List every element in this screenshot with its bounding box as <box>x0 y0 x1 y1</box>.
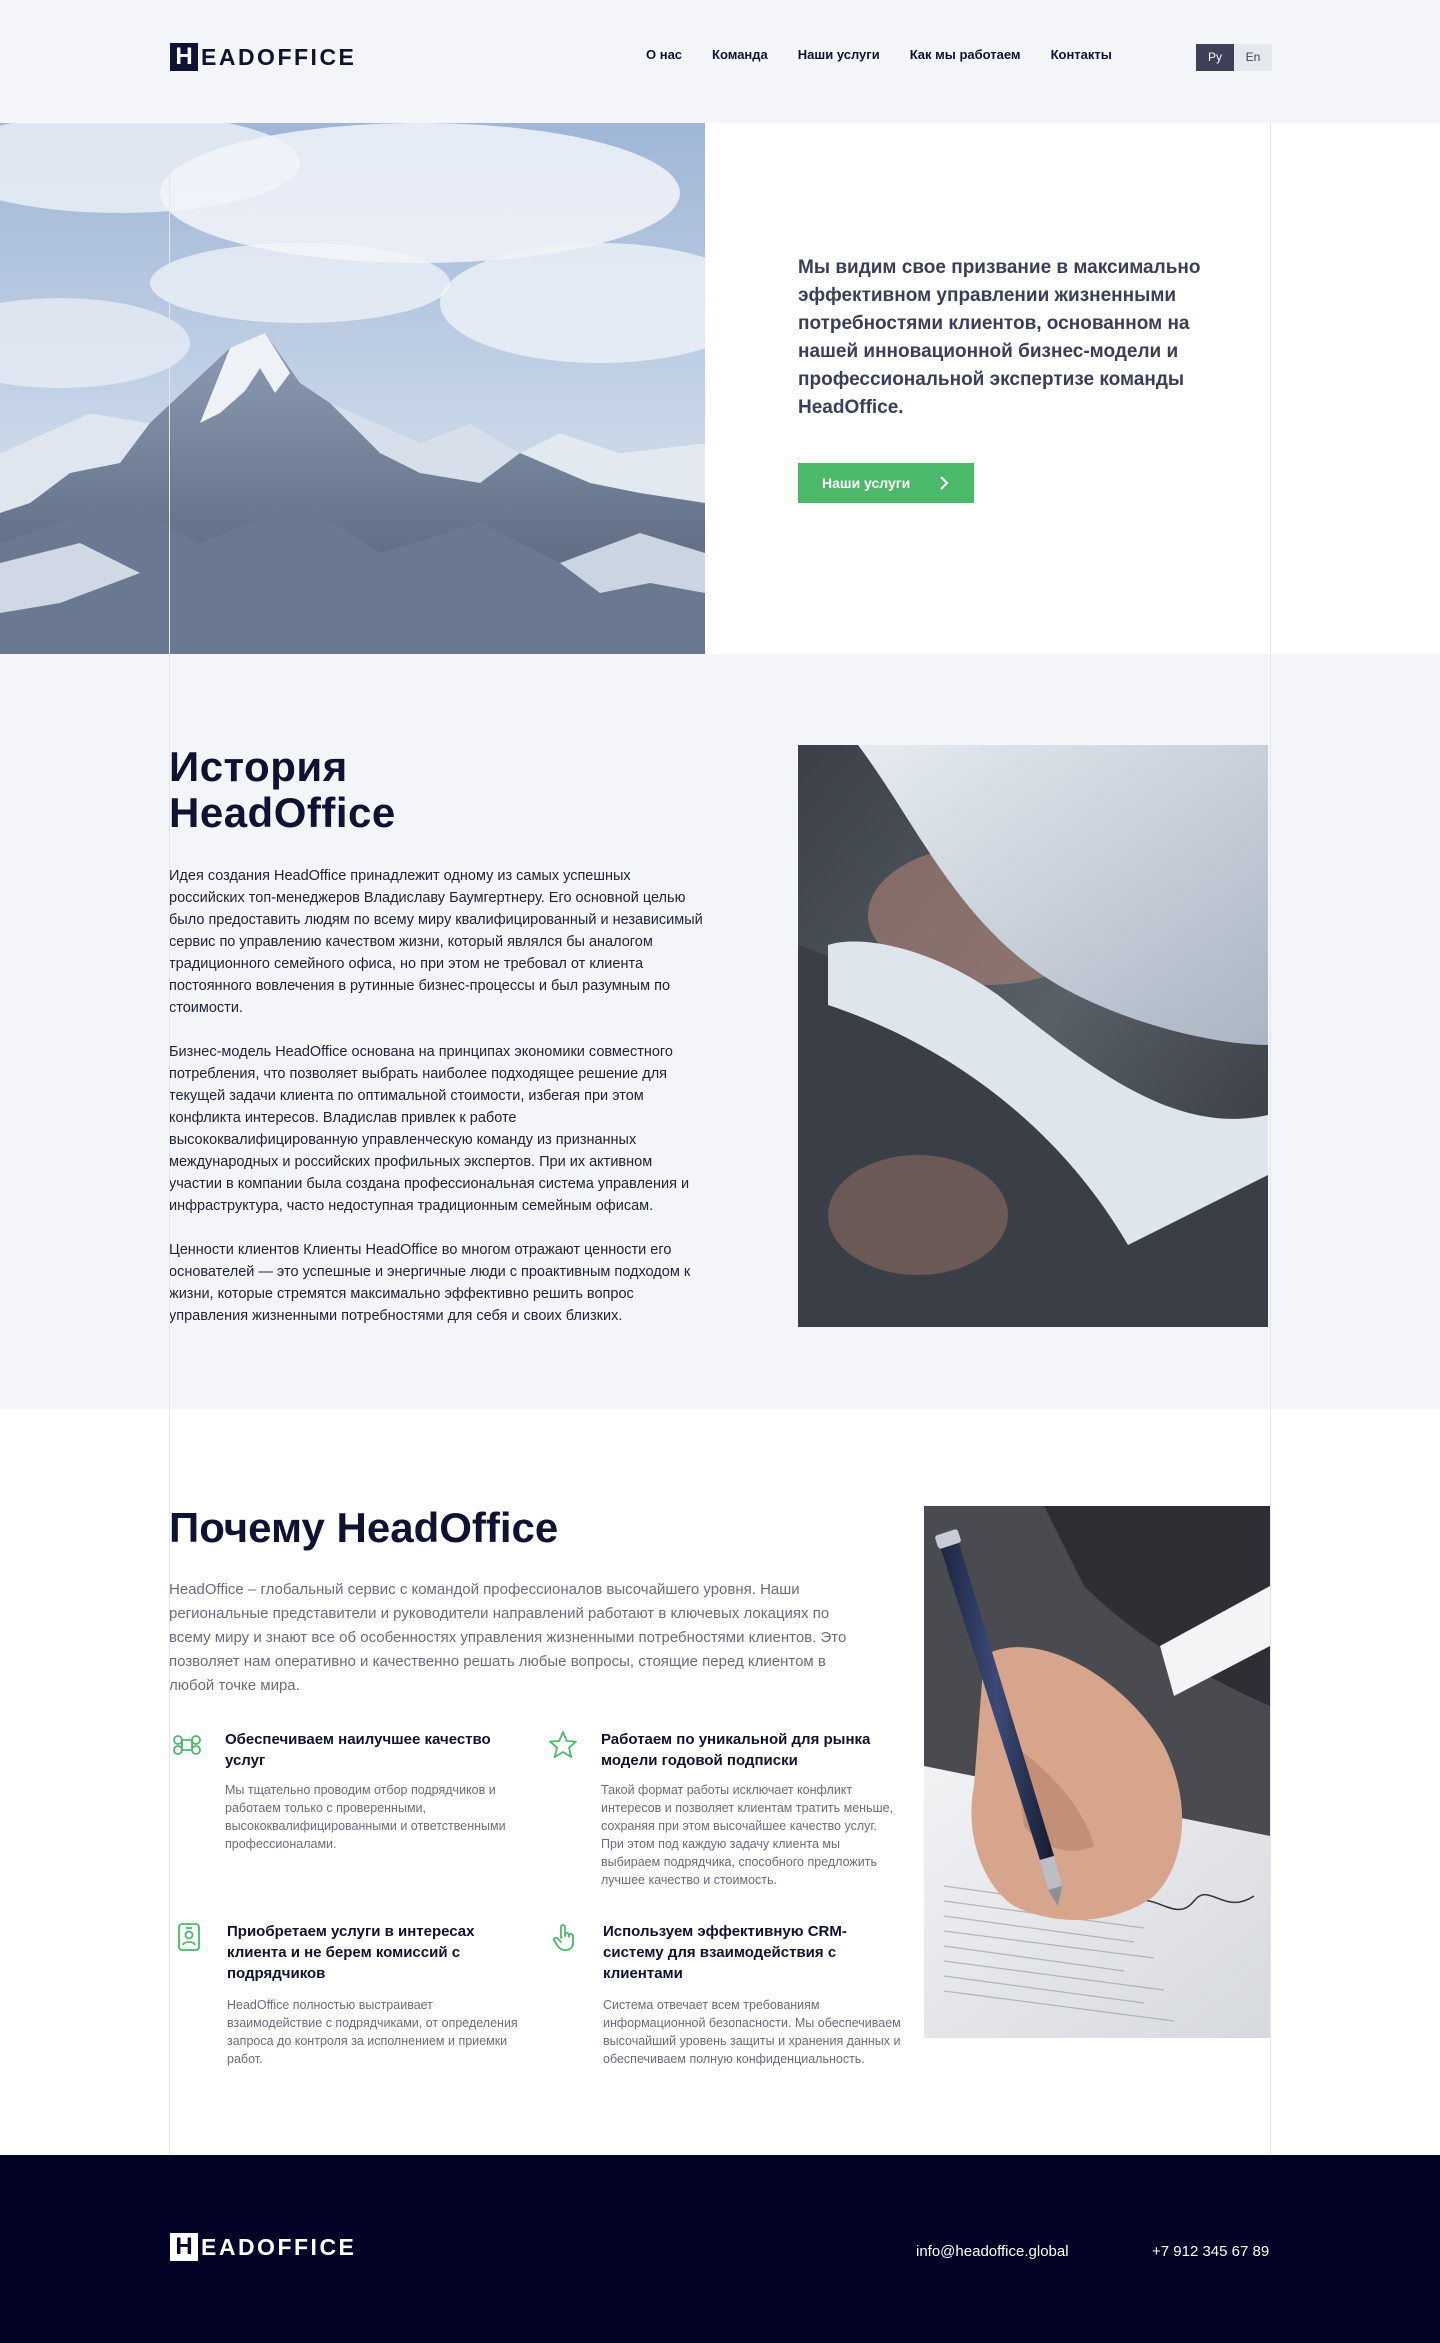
why-intro: HeadOffice – глобальный сервис с командо… <box>169 1581 847 1694</box>
mountain-image <box>0 123 705 654</box>
id-badge-icon <box>178 1923 200 1951</box>
feature-title: Приобретаем услуги в интересах клиента и… <box>227 1923 475 1982</box>
feature-text: Мы тщательно проводим отбор подрядчиков … <box>225 1783 506 1851</box>
footer-logo[interactable]: H EADOFFICE <box>170 2233 356 2261</box>
history-paragraph: Бизнес-модель HeadOffice основана на при… <box>169 1044 690 1214</box>
history-paragraph: Идея создания HeadOffice принадлежит одн… <box>169 868 703 1016</box>
nav-about[interactable]: О нас <box>646 47 682 62</box>
feature-text: Система отвечает всем требованиям информ… <box>603 1998 901 2066</box>
logo-text: EADOFFICE <box>201 43 357 70</box>
language-switcher: Ру En <box>1196 44 1272 71</box>
footer-email-link[interactable]: info@headoffice.global <box>916 2243 1069 2260</box>
history-text: Идея создания HeadOffice принадлежит одн… <box>169 865 709 1349</box>
feature-title: Работаем по уникальной для рынка модели … <box>601 1731 871 1769</box>
main-nav: О нас Команда Наши услуги Как мы работае… <box>646 47 1112 62</box>
chevron-right-icon <box>940 476 949 490</box>
nav-how-we-work[interactable]: Как мы работаем <box>910 47 1021 62</box>
footer-logo-text: EADOFFICE <box>201 2233 357 2260</box>
site-footer: H EADOFFICE info@headoffice.global +7 91… <box>0 2155 1440 2343</box>
logo-mark: H <box>170 43 198 71</box>
nav-contacts[interactable]: Контакты <box>1051 47 1112 62</box>
history-title-line1: История <box>169 743 348 790</box>
history-section: История HeadOffice Идея создания HeadOff… <box>0 654 1440 1409</box>
services-button[interactable]: Наши услуги <box>798 463 974 503</box>
history-title-line2: HeadOffice <box>169 789 396 836</box>
nav-services[interactable]: Наши услуги <box>798 47 880 62</box>
site-header: H EADOFFICE О нас Команда Наши услуги Ка… <box>0 0 1440 123</box>
lang-en[interactable]: En <box>1234 44 1272 71</box>
command-icon <box>173 1735 201 1755</box>
feature-text: HeadOffice полностью выстраивает взаимод… <box>227 1998 518 2066</box>
nav-team[interactable]: Команда <box>712 47 768 62</box>
document-pages-image <box>798 745 1268 1327</box>
hero-section: Мы видим свое призвание в максимально эф… <box>0 123 1440 654</box>
pointer-hand-icon <box>553 1924 574 1951</box>
star-icon <box>549 1731 577 1758</box>
grid-line-right <box>1270 123 1271 2155</box>
why-title: Почему HeadOffice <box>169 1504 559 1551</box>
services-button-label: Наши услуги <box>822 475 911 491</box>
history-title: История HeadOffice <box>169 744 396 836</box>
signing-pen-image <box>924 1506 1270 2038</box>
feature-title: Обеспечиваем наилучшее качество услуг <box>225 1731 491 1769</box>
footer-logo-mark: H <box>170 2233 198 2261</box>
history-paragraph: Ценности клиентов Клиенты HeadOffice во … <box>169 1242 691 1324</box>
why-section: Почему HeadOffice HeadOffice – глобальны… <box>0 1409 1440 2155</box>
feature-title: Используем эффективную CRM-систему для в… <box>603 1923 847 1982</box>
lang-ru[interactable]: Ру <box>1196 44 1234 71</box>
logo[interactable]: H EADOFFICE <box>170 43 356 71</box>
grid-line-left <box>169 123 170 2155</box>
feature-text: Такой формат работы исключает конфликт и… <box>601 1783 894 1887</box>
footer-phone-link[interactable]: +7 912 345 67 89 <box>1152 2243 1269 2260</box>
hero-statement: Мы видим свое призвание в максимально эф… <box>798 257 1201 418</box>
